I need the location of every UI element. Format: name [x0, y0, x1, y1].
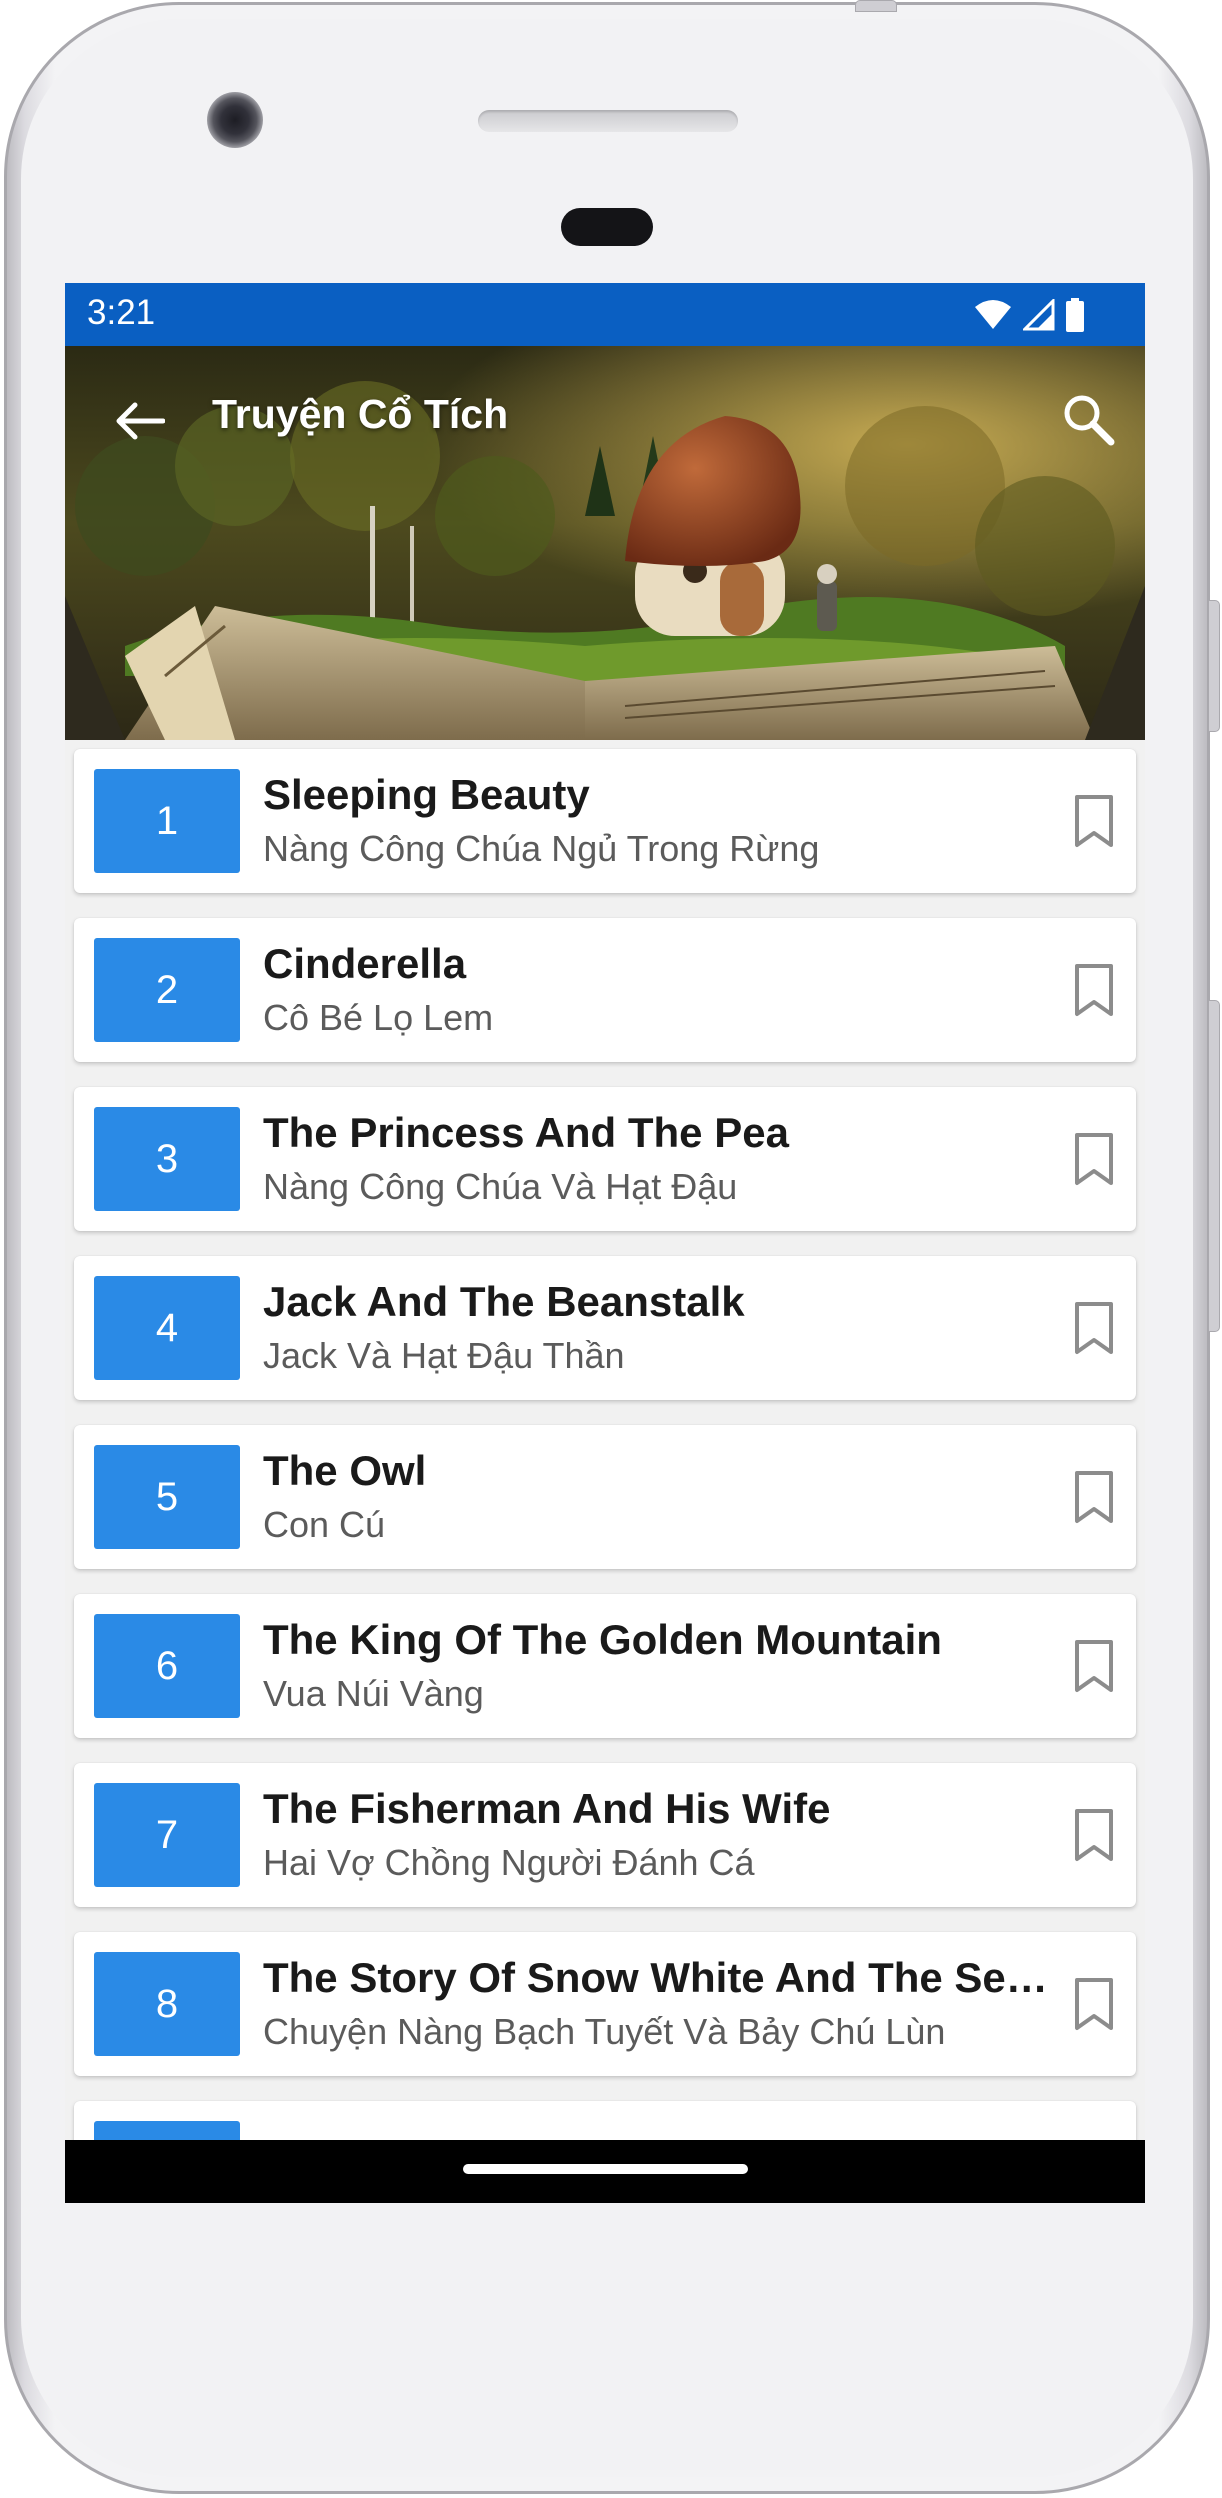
bookmark-icon — [1075, 1471, 1113, 1523]
app-screen: 3:21 Truyện Cổ Tích 1 Sleeping Beauty Nà… — [65, 283, 1145, 2203]
story-subtitle: Nàng Công Chúa Và Hạt Đậu — [263, 1166, 738, 1207]
proximity-sensor — [561, 208, 653, 246]
bookmark-icon — [1075, 1133, 1113, 1185]
story-subtitle: Hai Vợ Chồng Người Đánh Cá — [263, 1842, 755, 1883]
bookmark-icon — [1075, 1640, 1113, 1692]
header-banner: Truyện Cổ Tích — [65, 346, 1145, 740]
story-title: The King Of The Golden Mountain — [263, 1616, 942, 1663]
story-item[interactable]: 4 Jack And The Beanstalk Jack Và Hạt Đậu… — [74, 1256, 1136, 1400]
story-subtitle: Chuyện Nàng Bạch Tuyết Và Bảy Chú Lùn — [263, 2011, 946, 2052]
story-item[interactable]: 2 Cinderella Cô Bé Lọ Lem — [74, 918, 1136, 1062]
bookmark-icon — [1075, 795, 1113, 847]
story-number-badge: 1 — [94, 769, 240, 873]
status-time: 3:21 — [87, 293, 156, 332]
page-title: Truyện Cổ Tích — [212, 391, 509, 437]
story-item[interactable]: 6 The King Of The Golden Mountain Vua Nú… — [74, 1594, 1136, 1738]
bookmark-button[interactable] — [1062, 1803, 1126, 1867]
story-subtitle: Jack Và Hạt Đậu Thần — [263, 1335, 625, 1376]
front-camera — [207, 92, 263, 148]
top-button — [855, 0, 897, 12]
story-number-badge: 9 — [94, 2121, 240, 2140]
story-title: The Princess And The Pea — [263, 1109, 789, 1156]
story-item[interactable]: 3 The Princess And The Pea Nàng Công Chú… — [74, 1087, 1136, 1231]
home-indicator[interactable] — [463, 2164, 748, 2174]
power-button — [1208, 600, 1220, 732]
story-subtitle: Con Cú — [263, 1504, 386, 1545]
bookmark-icon — [1075, 1809, 1113, 1861]
battery-icon — [1066, 298, 1084, 332]
arrow-left-icon — [116, 402, 165, 440]
story-number-badge: 6 — [94, 1614, 240, 1718]
story-title: Cinderella — [263, 940, 467, 987]
story-item[interactable]: 7 The Fisherman And His Wife Hai Vợ Chồn… — [74, 1763, 1136, 1907]
story-title: The Fisherman And His Wife — [263, 1785, 831, 1832]
search-button[interactable] — [1053, 384, 1123, 454]
back-button[interactable] — [105, 386, 175, 456]
bookmark-icon — [1075, 1302, 1113, 1354]
story-title: Sleeping Beauty — [263, 771, 590, 818]
earpiece-speaker — [478, 110, 738, 132]
story-item[interactable]: 9 — [74, 2101, 1136, 2140]
wifi-icon — [975, 300, 1011, 329]
bookmark-button[interactable] — [1062, 958, 1126, 1022]
bookmark-button[interactable] — [1062, 1465, 1126, 1529]
volume-button — [1208, 1000, 1220, 1332]
bookmark-button[interactable] — [1062, 1634, 1126, 1698]
bookmark-icon — [1075, 964, 1113, 1016]
story-list: 1 Sleeping Beauty Nàng Công Chúa Ngủ Tro… — [65, 740, 1145, 2140]
story-item[interactable]: 5 The Owl Con Cú — [74, 1425, 1136, 1569]
story-number-badge: 4 — [94, 1276, 240, 1380]
story-subtitle: Cô Bé Lọ Lem — [263, 997, 494, 1038]
story-number-badge: 3 — [94, 1107, 240, 1211]
story-item[interactable]: 1 Sleeping Beauty Nàng Công Chúa Ngủ Tro… — [74, 749, 1136, 893]
bookmark-button[interactable] — [1062, 1127, 1126, 1191]
story-number-badge: 7 — [94, 1783, 240, 1887]
status-icons — [973, 297, 1085, 333]
signal-icon — [1023, 299, 1055, 331]
story-number-badge: 5 — [94, 1445, 240, 1549]
story-subtitle: Vua Núi Vàng — [263, 1673, 484, 1714]
system-navigation-bar — [65, 2140, 1145, 2203]
story-subtitle: Nàng Công Chúa Ngủ Trong Rừng — [263, 828, 820, 869]
search-icon — [1064, 395, 1115, 446]
story-title: The Owl — [263, 1447, 427, 1494]
story-title: The Story Of Snow White And The Seven Dw… — [263, 1954, 1063, 2001]
bookmark-button[interactable] — [1062, 1296, 1126, 1360]
story-number-badge: 8 — [94, 1952, 240, 2056]
bookmark-icon — [1075, 1978, 1113, 2030]
story-number-badge: 2 — [94, 938, 240, 1042]
bookmark-button[interactable] — [1062, 789, 1126, 853]
bookmark-button[interactable] — [1062, 1972, 1126, 2036]
story-item[interactable]: 8 The Story Of Snow White And The Seven … — [74, 1932, 1136, 2076]
status-bar: 3:21 — [65, 283, 1145, 346]
story-title: Jack And The Beanstalk — [263, 1278, 745, 1325]
